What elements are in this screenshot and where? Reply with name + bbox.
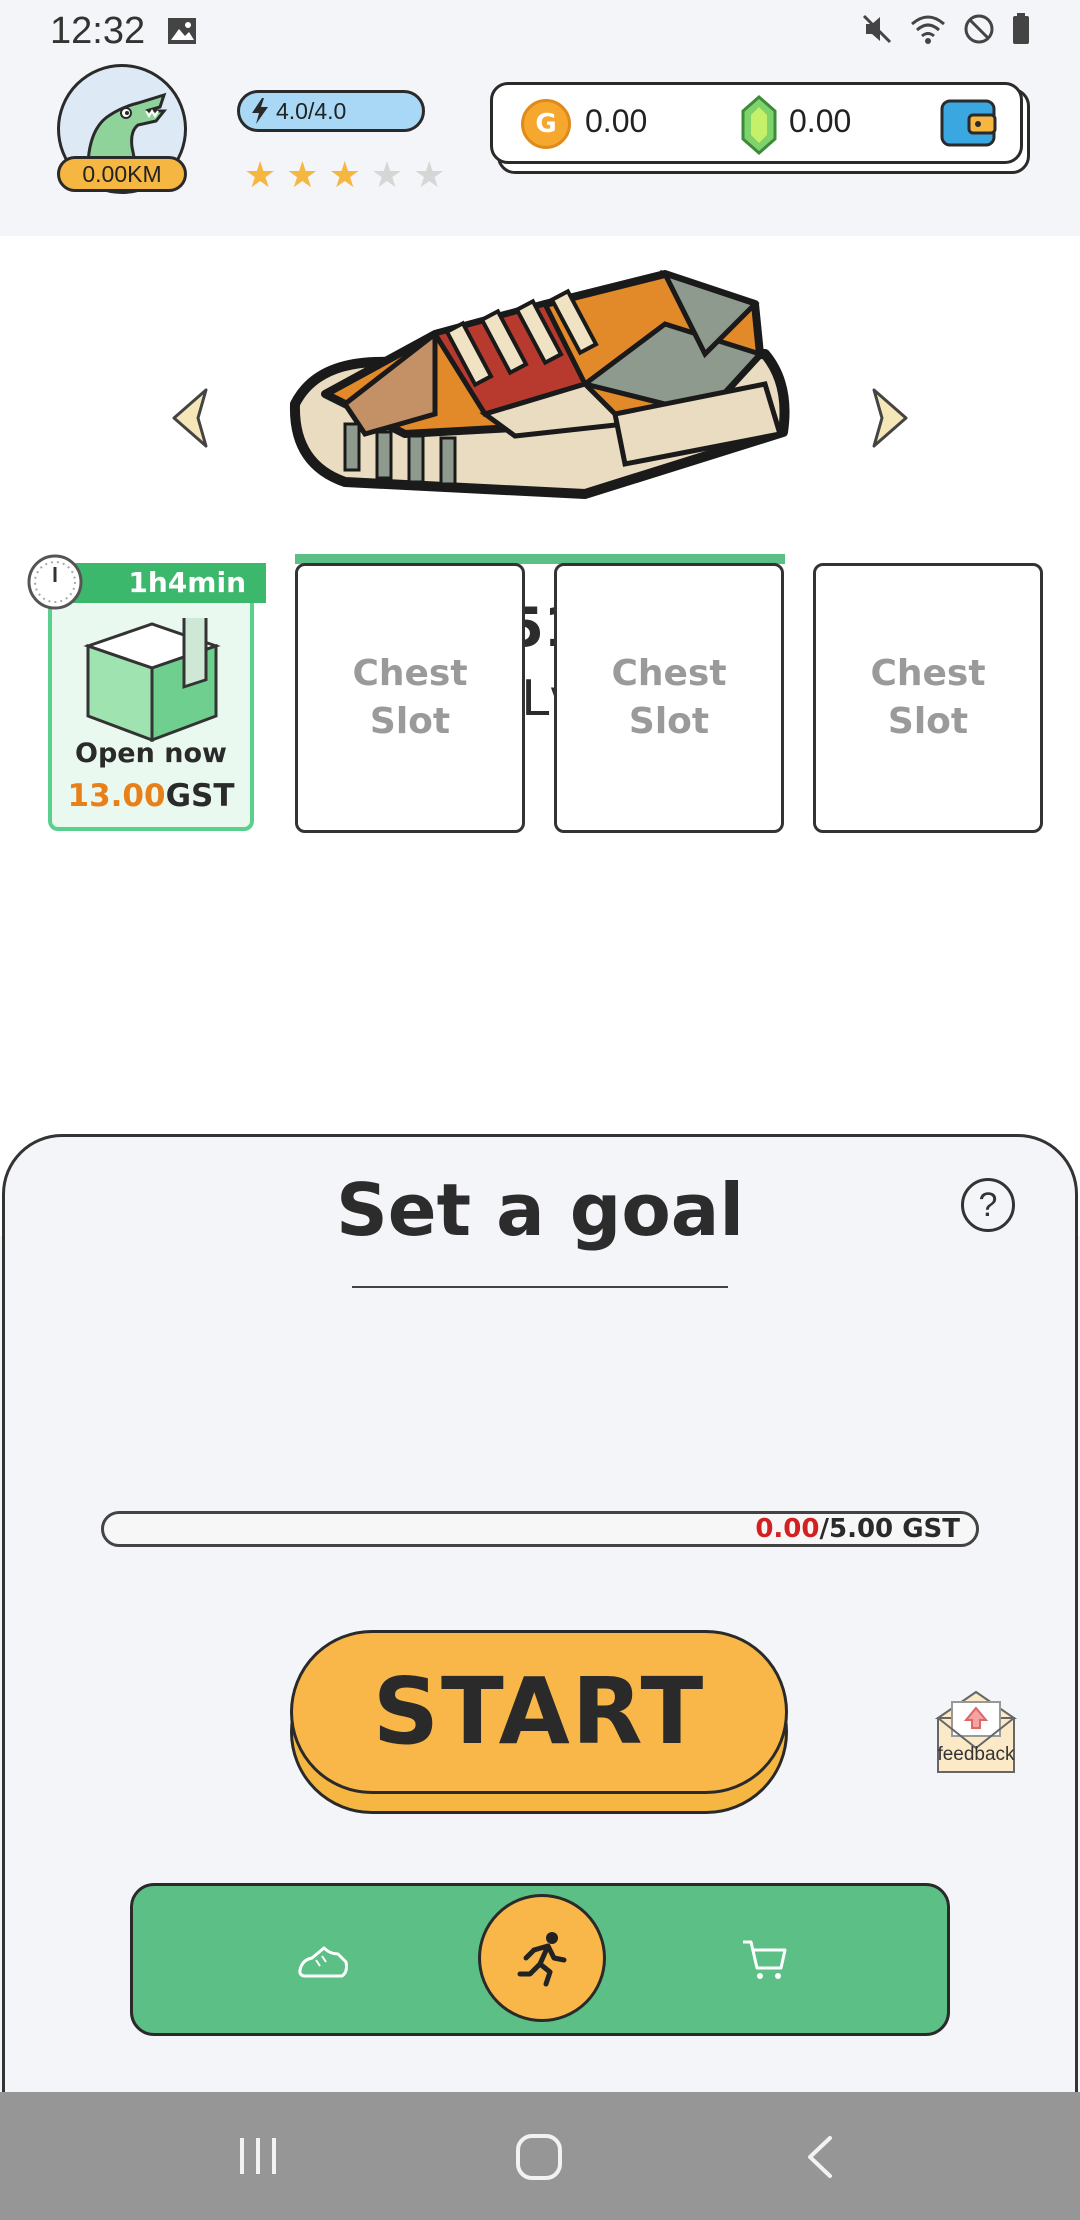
gallery-notification-icon	[168, 18, 196, 44]
tab-shop[interactable]	[705, 1886, 825, 2033]
cart-icon	[743, 1940, 787, 1979]
wifi-icon	[911, 15, 945, 44]
chest-slot-label: Chest Slot	[870, 653, 986, 742]
gst-balance: 0.00	[585, 103, 648, 139]
sneaker-tab-icon	[298, 1946, 348, 1977]
bottom-tab-bar	[130, 1883, 950, 2036]
header: 0.00KM 4.0/4.0 ★ ★ ★ ★ ★ G 0.00 0.00	[0, 62, 1080, 236]
goal-title[interactable]: Set a goal	[0, 1168, 1080, 1252]
help-button[interactable]: ?	[961, 1178, 1015, 1232]
star-icon: ★	[413, 155, 446, 196]
gmt-gem-icon	[741, 95, 777, 155]
back-icon[interactable]	[800, 2132, 840, 2182]
gst-coin-icon: G	[521, 99, 571, 149]
chest-slot[interactable]: Chest Slot	[813, 563, 1043, 833]
distance-badge: 0.00KM	[57, 156, 187, 192]
energy-badge: 4.0/4.0	[237, 90, 425, 132]
recent-apps-icon[interactable]	[234, 2132, 282, 2180]
chest-slot-label: Chest Slot	[352, 653, 468, 742]
chevron-right-icon[interactable]	[870, 386, 912, 450]
rating-stars: ★ ★ ★ ★ ★	[244, 158, 445, 194]
chest-slot[interactable]: Chest Slot	[554, 563, 784, 833]
wallet-icon[interactable]	[939, 93, 997, 151]
clock-icon	[27, 554, 83, 610]
energy-value: 4.0/4.0	[276, 97, 347, 124]
goal-underline	[352, 1286, 728, 1288]
battery-icon	[1013, 13, 1029, 44]
chest-open-label: Open now	[75, 738, 227, 769]
runner-icon	[517, 1932, 567, 1987]
chest-slot-label: Chest Slot	[611, 653, 727, 742]
tab-sneakers[interactable]	[263, 1886, 383, 2033]
android-nav-bar	[0, 2092, 1080, 2220]
start-button[interactable]: START	[290, 1630, 788, 1794]
star-icon: ★	[244, 155, 277, 196]
do-not-disturb-icon	[964, 14, 994, 44]
goal-progress-text: 0.00/5.00 GST	[755, 1514, 960, 1544]
status-time: 12:32	[50, 10, 146, 52]
star-icon: ★	[370, 155, 404, 196]
sneaker-image	[289, 269, 790, 499]
chest-slot[interactable]: Chest Slot	[295, 563, 525, 833]
status-icons	[860, 12, 1032, 46]
tab-run[interactable]	[478, 1894, 606, 2022]
star-icon: ★	[328, 155, 361, 196]
star-icon: ★	[286, 155, 319, 196]
mute-icon	[862, 14, 892, 44]
chest-timer: 1h4min	[56, 563, 266, 603]
home-icon[interactable]	[514, 2132, 564, 2182]
wallet-card: G 0.00 0.00	[490, 82, 1023, 164]
lightning-icon	[252, 98, 268, 124]
chest-price: 13.00GST	[67, 778, 235, 814]
treasure-chest-icon	[83, 618, 221, 743]
goal-progress-bar: 0.00/5.00 GST	[101, 1511, 979, 1547]
status-bar: 12:32	[0, 0, 1080, 62]
feedback-label: feedback	[937, 1744, 1015, 1765]
chevron-left-icon[interactable]	[168, 386, 210, 450]
gmt-balance: 0.00	[789, 103, 852, 139]
